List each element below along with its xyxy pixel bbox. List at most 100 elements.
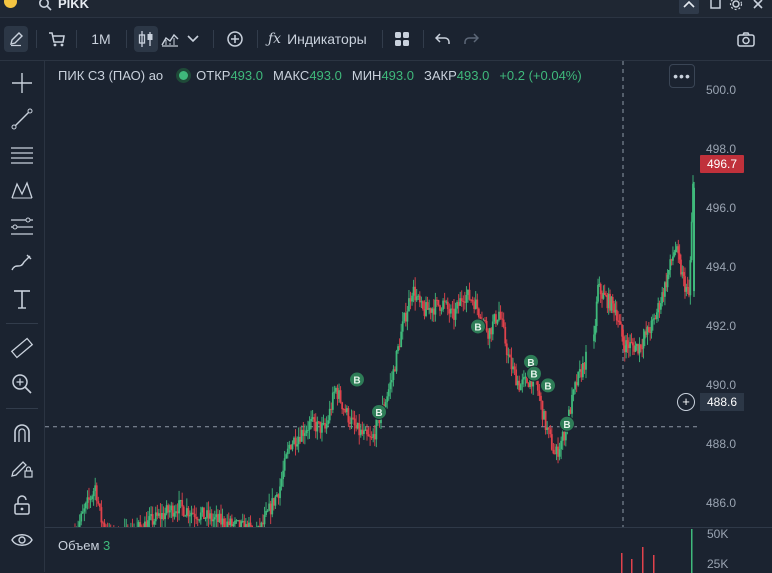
low-value: 493.0	[381, 68, 414, 83]
volume-bar	[631, 559, 633, 573]
search-icon[interactable]	[38, 0, 52, 11]
candle-body	[160, 513, 162, 519]
compare-button[interactable]	[223, 26, 247, 52]
candle-body	[461, 298, 463, 301]
candle-body	[313, 417, 315, 422]
candle-body	[492, 321, 494, 334]
candle-body	[509, 355, 511, 358]
candle-body	[576, 382, 578, 385]
candle-body	[197, 519, 199, 520]
price-chart[interactable]: BBBBBBB	[45, 61, 700, 527]
candle-body	[330, 409, 332, 410]
chart-type-dropdown[interactable]	[184, 26, 202, 52]
zoom-icon	[11, 373, 33, 395]
candle-body	[672, 256, 674, 260]
candle-body	[320, 422, 322, 433]
lock-drawings-tool[interactable]	[9, 456, 35, 482]
settings-gear-icon[interactable]	[729, 0, 743, 11]
candle-body	[679, 253, 681, 259]
fib-tool[interactable]	[9, 214, 35, 240]
candle-body	[279, 486, 281, 498]
chart-toolbar: 1M ƒx Индикаторы	[0, 18, 772, 61]
candle-body	[472, 300, 474, 302]
candle-body	[539, 391, 541, 396]
trend-line-tool[interactable]	[9, 106, 35, 132]
candle-body	[594, 326, 596, 335]
candle-body	[394, 369, 396, 371]
candle-body	[399, 346, 401, 347]
more-options-button[interactable]: •••	[669, 64, 695, 88]
candle-body	[184, 516, 186, 517]
text-tool[interactable]	[9, 286, 35, 312]
add-order-button[interactable]: +	[677, 393, 695, 411]
layouts-button[interactable]	[391, 26, 413, 52]
close-icon[interactable]	[751, 0, 765, 11]
candle-body	[80, 513, 82, 521]
candle-body	[400, 332, 402, 347]
draw-mode-button[interactable]	[4, 26, 28, 52]
magnet-tool[interactable]	[9, 420, 35, 446]
candle-body	[453, 309, 455, 320]
lock-tool[interactable]	[9, 492, 35, 518]
candle-body	[361, 430, 363, 434]
candle-body	[163, 513, 165, 519]
candle-body	[211, 513, 213, 521]
candle-body	[403, 313, 405, 321]
candle-body	[164, 513, 166, 519]
volume-pane[interactable]: Объем 3 50K 25K	[45, 527, 772, 573]
brush-tool[interactable]	[9, 250, 35, 276]
instrument-name[interactable]: ПИК СЗ (ПАО) ао	[58, 68, 163, 83]
candle-body	[338, 390, 340, 399]
candle-body	[393, 369, 395, 380]
candle-body	[156, 512, 158, 515]
app-status-dot	[4, 0, 17, 8]
ruler-icon	[10, 337, 34, 359]
candle-body	[506, 343, 508, 354]
visibility-tool[interactable]	[9, 527, 35, 553]
candle-body	[316, 421, 318, 431]
candle-body	[194, 514, 196, 517]
candle-body	[360, 430, 362, 436]
candle-body	[82, 512, 84, 514]
brush-icon	[10, 252, 34, 274]
price-axis[interactable]: 500.0498.0496.0494.0492.0490.0488.0486.0	[700, 61, 772, 527]
interval-button[interactable]: 1M	[86, 26, 116, 52]
ruler-tool[interactable]	[9, 335, 35, 361]
candle-body	[469, 290, 471, 300]
window-maximize-icon[interactable]	[709, 0, 723, 11]
buy-marker-label: B	[530, 370, 537, 381]
price-tick: 492.0	[706, 319, 736, 333]
candle-body	[584, 363, 586, 370]
candle-body	[643, 339, 645, 349]
candle-body	[187, 508, 189, 516]
ticker-input[interactable]: PIKK	[58, 0, 89, 11]
trend-line-icon	[11, 108, 33, 130]
pattern-tool[interactable]	[9, 178, 35, 204]
candle-body	[270, 504, 272, 515]
undo-button[interactable]	[432, 26, 454, 52]
zoom-tool[interactable]	[9, 371, 35, 397]
area-type-button[interactable]	[159, 26, 181, 52]
candle-body	[478, 309, 480, 317]
crosshair-tool[interactable]	[9, 70, 35, 96]
candles-type-button[interactable]	[134, 26, 158, 52]
candle-body	[425, 302, 427, 316]
candle-body	[462, 301, 464, 302]
trade-button[interactable]	[45, 26, 69, 52]
indicators-button[interactable]: ƒx Индикаторы	[268, 26, 372, 52]
collapse-button[interactable]	[679, 0, 699, 14]
volume-bar	[642, 547, 644, 573]
redo-button[interactable]	[460, 26, 482, 52]
candle-body	[278, 494, 280, 498]
toolbar-divider	[213, 30, 214, 48]
horizontal-lines-tool[interactable]	[9, 142, 35, 168]
candle-body	[343, 409, 345, 410]
candle-body	[271, 498, 273, 514]
indicators-label: Индикаторы	[287, 31, 367, 47]
candle-body	[431, 309, 433, 313]
candle-body	[552, 450, 554, 454]
candle-body	[691, 222, 693, 260]
crosshair-icon	[11, 72, 33, 94]
candle-body	[349, 422, 351, 423]
screenshot-button[interactable]	[735, 26, 757, 52]
